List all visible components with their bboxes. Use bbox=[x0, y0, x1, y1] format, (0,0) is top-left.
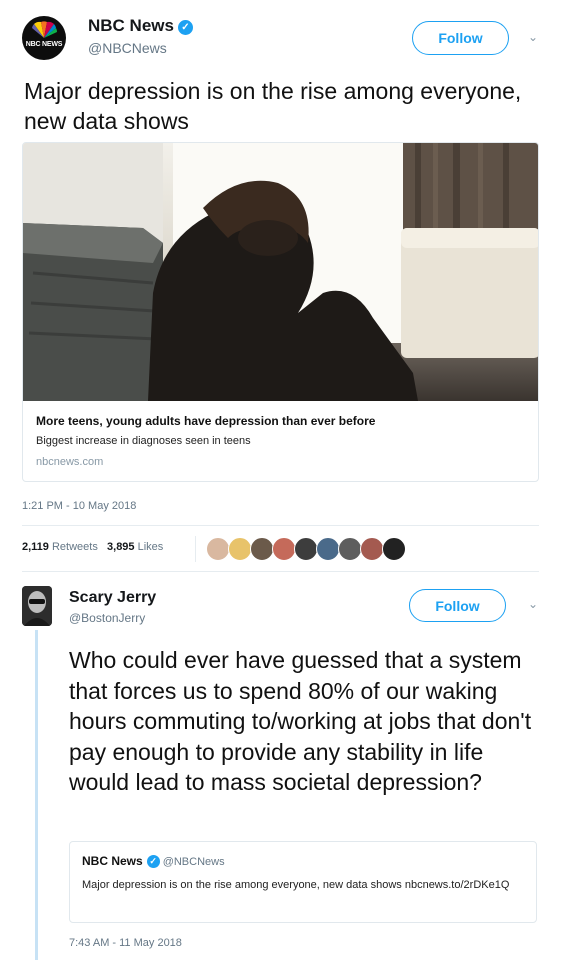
quoted-author-handle: @NBCNews bbox=[162, 856, 225, 868]
follow-button[interactable]: Follow bbox=[409, 589, 506, 622]
liker-avatar[interactable] bbox=[382, 537, 406, 561]
peacock-logo-icon bbox=[32, 21, 58, 38]
likes-count[interactable]: 3,895 bbox=[107, 541, 135, 553]
card-title[interactable]: More teens, young adults have depression… bbox=[36, 414, 375, 428]
author-name[interactable]: NBC News bbox=[88, 16, 174, 35]
reply-author-name[interactable]: Scary Jerry bbox=[69, 589, 156, 607]
divider bbox=[22, 525, 539, 526]
engagement-stats: 2,119 Retweets 3,895 Likes bbox=[22, 541, 163, 553]
tweet-text: Major depression is on the rise among ev… bbox=[24, 78, 522, 134]
liker-avatars bbox=[206, 537, 406, 561]
liker-avatar[interactable] bbox=[250, 537, 274, 561]
article-image bbox=[23, 143, 538, 401]
verified-badge-icon: ✓ bbox=[146, 855, 160, 868]
stats-separator bbox=[195, 536, 196, 562]
quoted-text: Major depression is on the rise among ev… bbox=[82, 879, 510, 891]
thread-line bbox=[35, 630, 38, 960]
quoted-tweet[interactable]: NBC News ✓ @NBCNews Major depression is on… bbox=[69, 841, 537, 923]
chevron-down-icon[interactable]: ⌄ bbox=[528, 597, 538, 611]
author-handle[interactable]: @NBCNews bbox=[88, 40, 167, 56]
quoted-author-name: NBC News bbox=[82, 854, 143, 868]
card-subtitle: Biggest increase in diagnoses seen in te… bbox=[36, 435, 251, 447]
liker-avatar[interactable] bbox=[206, 537, 230, 561]
liker-avatar[interactable] bbox=[338, 537, 362, 561]
follow-button[interactable]: Follow bbox=[412, 21, 509, 55]
retweets-label[interactable]: Retweets bbox=[52, 541, 98, 553]
quoted-author-row: NBC News ✓ @NBCNews bbox=[82, 854, 225, 868]
card-domain: nbcnews.com bbox=[36, 456, 104, 468]
reply-author-handle[interactable]: @BostonJerry bbox=[69, 611, 145, 625]
author-name-row[interactable]: NBC News ✓ bbox=[88, 16, 193, 36]
verified-badge-icon: ✓ bbox=[177, 20, 193, 35]
nbc-news-avatar[interactable]: NBC NEWS bbox=[22, 16, 66, 60]
divider bbox=[22, 571, 539, 572]
retweets-count[interactable]: 2,119 bbox=[22, 541, 49, 553]
chevron-down-icon[interactable]: ⌄ bbox=[528, 30, 538, 44]
liker-avatar[interactable] bbox=[272, 537, 296, 561]
likes-label[interactable]: Likes bbox=[138, 541, 164, 553]
reply-timestamp[interactable]: 7:43 AM - 11 May 2018 bbox=[69, 937, 182, 949]
scary-jerry-avatar[interactable] bbox=[22, 586, 52, 626]
logo-text: NBC NEWS bbox=[25, 41, 63, 48]
tweet-timestamp[interactable]: 1:21 PM - 10 May 2018 bbox=[22, 500, 136, 512]
liker-avatar[interactable] bbox=[228, 537, 252, 561]
liker-avatar[interactable] bbox=[316, 537, 340, 561]
avatar-photo bbox=[22, 586, 52, 626]
reply-text: Who could ever have guessed that a syste… bbox=[69, 647, 532, 795]
link-card[interactable]: More teens, young adults have depression… bbox=[22, 142, 539, 482]
liker-avatar[interactable] bbox=[294, 537, 318, 561]
liker-avatar[interactable] bbox=[360, 537, 384, 561]
